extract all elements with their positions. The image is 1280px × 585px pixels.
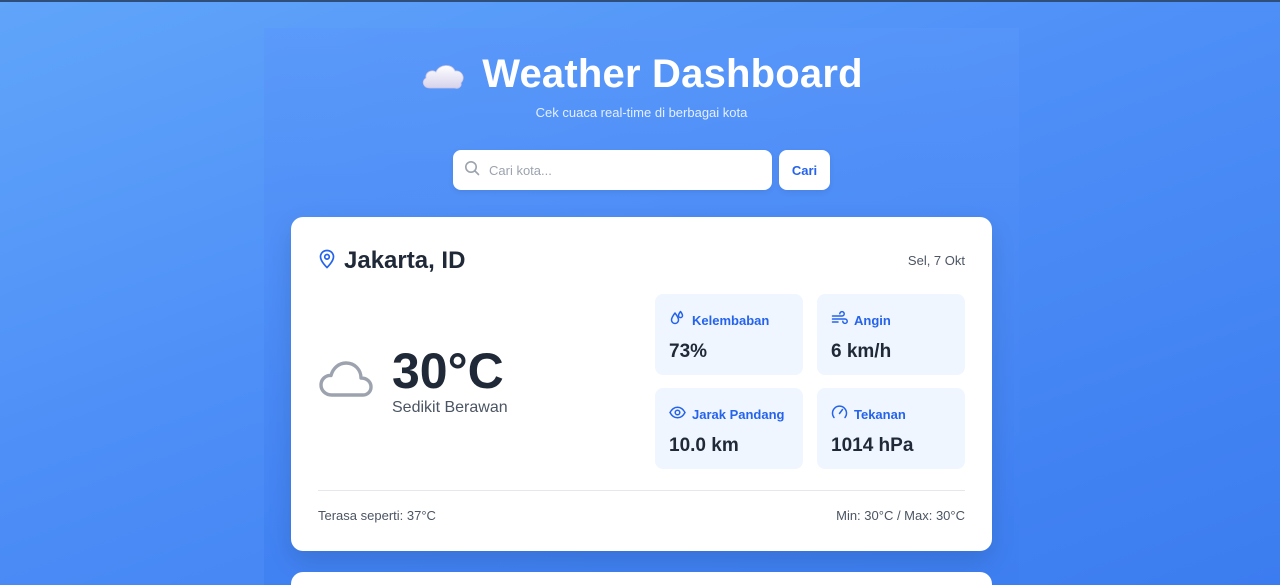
window-top-border	[0, 0, 1280, 2]
title-row: Weather Dashboard	[420, 52, 863, 97]
search-button[interactable]: Cari	[779, 150, 830, 190]
stat-value: 10.0 km	[669, 435, 739, 456]
map-pin-icon	[318, 249, 336, 274]
weather-card: Jakarta, ID Sel, 7 Okt 30°C Sedikit Bera…	[291, 217, 992, 551]
divider	[318, 490, 965, 491]
stat-label: Tekanan	[854, 406, 906, 422]
min-max-label: Min: 30°C / Max: 30°C	[836, 508, 965, 523]
stat-humidity: Kelembaban 73%	[655, 294, 803, 375]
condition-label: Sedikit Berawan	[392, 399, 508, 416]
eye-icon	[669, 404, 686, 424]
wind-icon	[831, 310, 848, 330]
search-bar: Cari	[453, 150, 830, 190]
search-icon	[464, 160, 480, 181]
cloud-icon	[318, 357, 374, 406]
stat-wind: Angin 6 km/h	[817, 294, 965, 375]
stat-label: Kelembaban	[692, 312, 770, 328]
current-weather: 30°C Sedikit Berawan	[318, 345, 508, 417]
stat-pressure: Tekanan 1014 hPa	[817, 388, 965, 469]
stat-label: Angin	[854, 312, 891, 328]
stat-value: 6 km/h	[831, 341, 892, 362]
date-label: Sel, 7 Okt	[907, 253, 965, 268]
search-input[interactable]	[487, 161, 761, 179]
temperature-value: 30°C	[392, 343, 504, 399]
feels-like-label: Terasa seperti: 37°C	[318, 508, 436, 523]
location: Jakarta, ID	[318, 247, 465, 275]
stat-value: 1014 hPa	[831, 435, 914, 456]
page-title: Weather Dashboard	[482, 52, 863, 96]
next-card	[291, 572, 992, 585]
temperature-block: 30°C Sedikit Berawan	[392, 345, 508, 417]
location-name: Jakarta, ID	[344, 247, 466, 274]
humidity-icon	[669, 310, 686, 330]
header: Weather Dashboard Cek cuaca real-time di…	[264, 52, 1019, 120]
cloud-emoji-icon	[420, 58, 466, 92]
stat-value: 73%	[669, 341, 708, 362]
page-subtitle: Cek cuaca real-time di berbagai kota	[535, 105, 748, 120]
stat-label: Jarak Pandang	[692, 406, 785, 422]
search-field[interactable]	[453, 150, 772, 190]
gauge-icon	[831, 404, 848, 424]
stat-visibility: Jarak Pandang 10.0 km	[655, 388, 803, 469]
